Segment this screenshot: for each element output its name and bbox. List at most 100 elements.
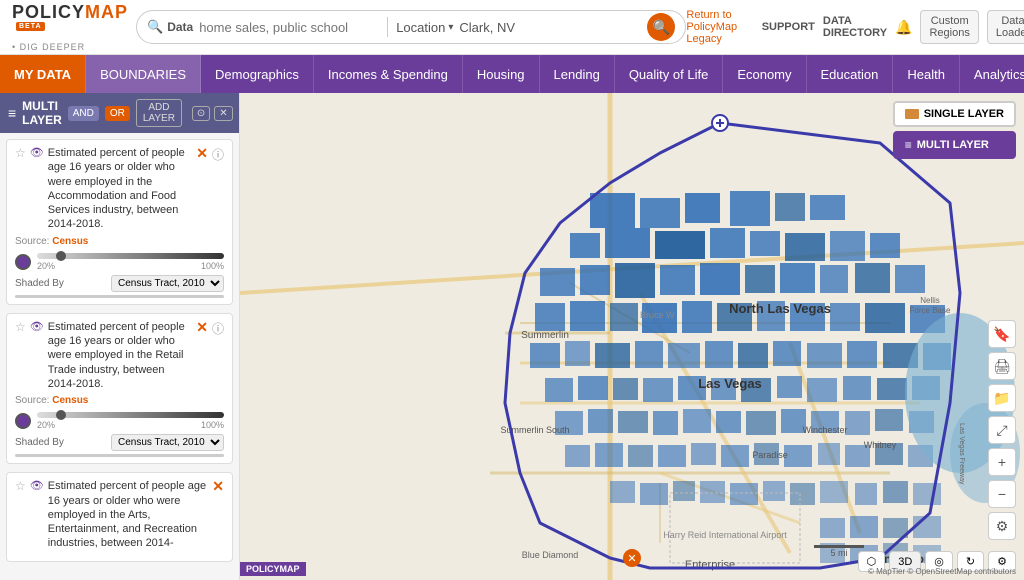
shaded-by-label: Shaded By: [15, 437, 64, 448]
search-go-button[interactable]: 🔍: [647, 13, 675, 41]
scale-label: 5 mi: [830, 548, 847, 558]
slider-labels: 20% 100%: [37, 261, 224, 271]
logo-tagline: • DIG DEEPER: [12, 42, 122, 52]
search-divider: [387, 17, 388, 37]
zoom-out-button[interactable]: −: [988, 480, 1016, 508]
svg-text:Harry Reid International Airpo: Harry Reid International Airport: [663, 530, 787, 540]
logo-map: MAP: [85, 2, 128, 22]
svg-text:Winchester: Winchester: [802, 425, 847, 435]
header: POLICYMAP BETA • DIG DEEPER 🔍 Data Locat…: [0, 0, 1024, 55]
range-bar: [15, 295, 224, 298]
layer-card: ☆ 👁 Estimated percent of people age 16 y…: [6, 139, 233, 305]
sidebar-item-my-data[interactable]: MY DATA: [0, 55, 86, 93]
svg-text:North Las Vegas: North Las Vegas: [729, 301, 831, 316]
folder-button[interactable]: 📁: [988, 384, 1016, 412]
location-dropdown[interactable]: Location ▾: [396, 20, 453, 35]
panel-close-button[interactable]: ✕: [214, 106, 232, 121]
color-dot: [15, 413, 31, 429]
slider-container: 20% 100%: [37, 253, 224, 271]
eye-icon[interactable]: 👁: [30, 320, 44, 333]
svg-text:Nellis: Nellis: [920, 296, 940, 305]
layer-source: Source: Census: [15, 236, 224, 247]
map-area[interactable]: Harry Reid International Airport North L…: [240, 93, 1024, 580]
eye-icon[interactable]: 👁: [30, 479, 44, 492]
sidebar-item-demographics[interactable]: Demographics: [201, 55, 314, 93]
sidebar-item-housing[interactable]: Housing: [463, 55, 540, 93]
logo: POLICYMAP BETA: [12, 2, 122, 44]
data-loader-button[interactable]: Data Loader: [987, 10, 1024, 44]
multi-layer-icon: ≡: [905, 138, 912, 152]
panel-collapse-button[interactable]: ⊙: [192, 106, 210, 121]
svg-text:Paradise: Paradise: [752, 450, 788, 460]
data-label: Data: [167, 20, 193, 34]
scale-bar: 5 mi: [814, 545, 864, 558]
support-link[interactable]: SUPPORT: [762, 21, 815, 33]
svg-text:Whitney: Whitney: [864, 440, 897, 450]
shaded-by-select[interactable]: Census Tract, 2010: [111, 434, 224, 451]
navbar: MY DATA BOUNDARIES Demographics Incomes …: [0, 55, 1024, 93]
add-layer-button[interactable]: ADD LAYER: [136, 99, 182, 127]
svg-text:Bruce W: Bruce W: [640, 310, 675, 320]
single-layer-label: SINGLE LAYER: [924, 108, 1004, 120]
shaded-by-label: Shaded By: [15, 278, 64, 289]
logo-policy: POLICY: [12, 2, 85, 22]
slider-min: 20%: [37, 261, 55, 271]
star-icon[interactable]: ☆: [15, 479, 26, 493]
range-bar: [15, 454, 224, 457]
settings-button[interactable]: ⚙: [988, 512, 1016, 540]
shaded-by-select[interactable]: Census Tract, 2010: [111, 275, 224, 292]
layer-info-icon[interactable]: ⓘ: [212, 320, 224, 337]
layer-info-icon[interactable]: ⓘ: [212, 146, 224, 163]
slider-labels: 20% 100%: [37, 420, 224, 430]
star-icon[interactable]: ☆: [15, 320, 26, 334]
slider-thumb[interactable]: [56, 251, 66, 261]
map-svg: Harry Reid International Airport North L…: [240, 93, 1024, 580]
data-directory-link[interactable]: DATA DIRECTORY: [823, 15, 887, 39]
and-button[interactable]: AND: [68, 106, 99, 121]
slider-track[interactable]: [37, 253, 224, 259]
layer-card: ☆ 👁 Estimated percent of people age 16 y…: [6, 313, 233, 464]
single-layer-icon: [905, 109, 919, 119]
return-link[interactable]: Return to PolicyMap Legacy: [686, 9, 747, 45]
layer-close-button[interactable]: ✕: [196, 320, 208, 334]
bookmark-button[interactable]: 🔖: [988, 320, 1016, 348]
multi-layer-button[interactable]: ≡ MULTI LAYER: [893, 131, 1016, 159]
bottom-logo: POLICYMAP: [240, 562, 306, 576]
layer-close-button[interactable]: ✕: [212, 479, 224, 493]
single-layer-button[interactable]: SINGLE LAYER: [893, 101, 1016, 127]
svg-text:Force Base: Force Base: [910, 306, 951, 315]
sidebar-item-education[interactable]: Education: [807, 55, 894, 93]
sidebar-item-lending[interactable]: Lending: [540, 55, 615, 93]
custom-regions-button[interactable]: Custom Regions: [920, 10, 978, 44]
print-button[interactable]: 🖨: [988, 352, 1016, 380]
bell-icon[interactable]: 🔔: [895, 19, 912, 36]
layer-card-header: ☆ 👁 Estimated percent of people age 16 y…: [15, 320, 224, 391]
sidebar-item-quality-of-life[interactable]: Quality of Life: [615, 55, 724, 93]
sidebar-item-health[interactable]: Health: [893, 55, 960, 93]
sidebar-item-boundaries[interactable]: BOUNDARIES: [86, 55, 201, 93]
star-icon[interactable]: ☆: [15, 146, 26, 160]
layer-title: Estimated percent of people age 16 years…: [48, 320, 193, 391]
beta-badge: BETA: [16, 22, 45, 31]
header-right: Return to PolicyMap Legacy SUPPORT DATA …: [686, 9, 1024, 45]
zoom-in-button[interactable]: +: [988, 448, 1016, 476]
layer-slider-row: 20% 100%: [15, 412, 224, 430]
search-input[interactable]: [199, 20, 379, 35]
sidebar-item-incomes-spending[interactable]: Incomes & Spending: [314, 55, 463, 93]
sidebar-item-economy[interactable]: Economy: [723, 55, 806, 93]
slider-thumb[interactable]: [56, 410, 66, 420]
slider-container: 20% 100%: [37, 412, 224, 430]
sidebar-item-analytics[interactable]: Analytics: [960, 55, 1024, 93]
slider-track[interactable]: [37, 412, 224, 418]
or-button[interactable]: OR: [105, 106, 130, 121]
panel-controls: ⊙ ✕: [192, 106, 233, 121]
chevron-down-icon: ▾: [448, 22, 453, 33]
svg-text:Summerlin: Summerlin: [521, 330, 569, 341]
shaded-by: Shaded By Census Tract, 2010: [15, 275, 224, 292]
eye-icon[interactable]: 👁: [30, 146, 44, 159]
layer-slider-row: 20% 100%: [15, 253, 224, 271]
location-input[interactable]: [459, 20, 639, 35]
layer-close-button[interactable]: ✕: [196, 146, 208, 160]
share-button[interactable]: ⤢: [988, 416, 1016, 444]
layers-list: ☆ 👁 Estimated percent of people age 16 y…: [0, 133, 239, 580]
